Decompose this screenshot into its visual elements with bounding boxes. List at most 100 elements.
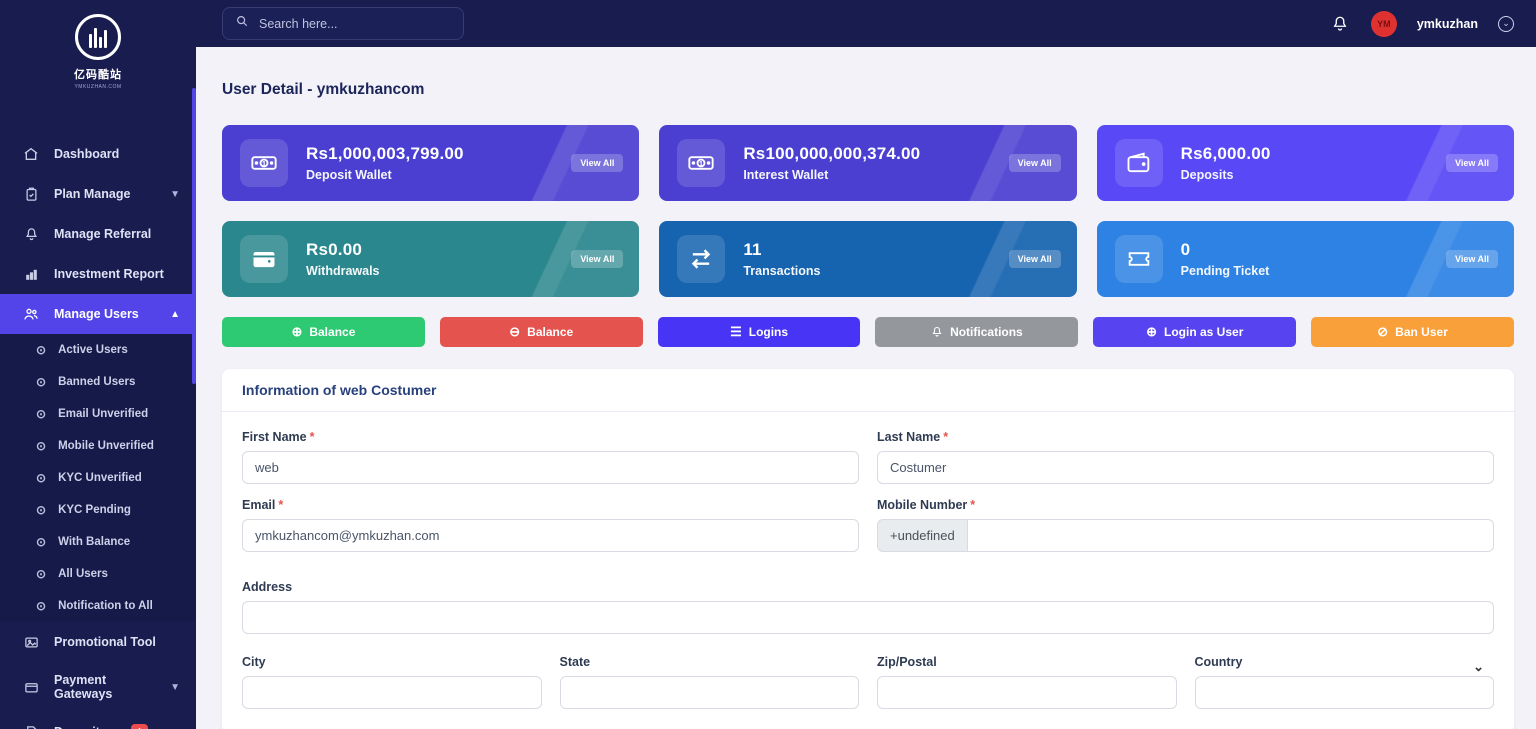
sidebar-item-promotional-tool[interactable]: Promotional Tool — [0, 622, 196, 662]
circle-dot-icon: ⊙ — [36, 567, 46, 581]
brand-logo[interactable]: 亿码酷站 YMKUZHAN.COM — [0, 0, 196, 108]
stat-card-deposits[interactable]: Rs6,000.00 Deposits View All — [1097, 125, 1514, 201]
card-label: Interest Wallet — [743, 168, 920, 182]
money-bill-icon: 1 — [240, 139, 288, 187]
notifications-bell-icon[interactable] — [1329, 13, 1351, 35]
required-asterisk: * — [943, 430, 948, 444]
login-as-user-button[interactable]: ⊕ Login as User — [1093, 317, 1296, 347]
card-value: 0 — [1181, 240, 1270, 260]
document-dollar-icon — [22, 723, 40, 729]
ban-user-button[interactable]: ⊘ Ban User — [1311, 317, 1514, 347]
user-avatar[interactable]: YM — [1371, 11, 1397, 37]
card-text: Rs0.00 Withdrawals — [306, 240, 380, 278]
button-label: Ban User — [1395, 325, 1448, 339]
bar-chart-icon — [22, 265, 40, 283]
stat-card-deposit-wallet[interactable]: 1 Rs1,000,003,799.00 Deposit Wallet View… — [222, 125, 639, 201]
view-all-button[interactable]: View All — [571, 154, 623, 172]
state-label: State — [560, 655, 860, 669]
address-field[interactable] — [242, 601, 1494, 634]
circle-dot-icon: ⊙ — [36, 343, 46, 357]
sidebar-item-label: Deposits — [54, 725, 107, 729]
sidebar-item-kyc-pending[interactable]: ⊙KYC Pending — [0, 494, 196, 526]
sidebar-item-investment-report[interactable]: Investment Report — [0, 254, 196, 294]
action-buttons: ⊕ Balance ⊖ Balance ☰ Logins Notificatio… — [222, 317, 1514, 347]
stat-card-interest-wallet[interactable]: 1 Rs100,000,000,374.00 Interest Wallet V… — [659, 125, 1076, 201]
sidebar-item-manage-users[interactable]: Manage Users ▲ — [0, 294, 196, 334]
stat-card-transactions[interactable]: 11 Transactions View All — [659, 221, 1076, 297]
sidebar-item-with-balance[interactable]: ⊙With Balance — [0, 526, 196, 558]
bell-icon — [931, 326, 943, 338]
sidebar-item-mobile-unverified[interactable]: ⊙Mobile Unverified — [0, 430, 196, 462]
sidebar-nav: Dashboard Plan Manage ▼ Manage Referral — [0, 134, 196, 729]
view-all-button[interactable]: View All — [1446, 154, 1498, 172]
sidebar-item-notification-to-all[interactable]: ⊙Notification to All — [0, 590, 196, 622]
subtract-balance-button[interactable]: ⊖ Balance — [440, 317, 643, 347]
sidebar-item-banned-users[interactable]: ⊙Banned Users — [0, 366, 196, 398]
submenu-label: Notification to All — [58, 600, 153, 612]
customer-info-card: Information of web Costumer First Name* … — [222, 369, 1514, 729]
view-all-button[interactable]: View All — [1009, 154, 1061, 172]
country-select[interactable] — [1195, 676, 1495, 709]
search-input[interactable] — [259, 17, 451, 31]
last-name-group: Last Name* — [877, 430, 1494, 484]
logo-bars — [89, 26, 107, 48]
sidebar-item-manage-referral[interactable]: Manage Referral — [0, 214, 196, 254]
view-all-button[interactable]: View All — [1446, 250, 1498, 268]
sidebar-item-active-users[interactable]: ⊙Active Users — [0, 334, 196, 366]
state-field[interactable] — [560, 676, 860, 709]
state-group: State — [560, 655, 860, 709]
ticket-icon — [1115, 235, 1163, 283]
brand-subtitle: YMKUZHAN.COM — [0, 84, 196, 90]
circle-dot-icon: ⊙ — [36, 471, 46, 485]
circle-dot-icon: ⊙ — [36, 535, 46, 549]
sidebar-item-email-unverified[interactable]: ⊙Email Unverified — [0, 398, 196, 430]
city-field[interactable] — [242, 676, 542, 709]
email-field[interactable] — [242, 519, 859, 552]
zip-field[interactable] — [877, 676, 1177, 709]
required-asterisk: * — [278, 498, 283, 512]
search-box[interactable] — [222, 7, 464, 40]
add-balance-button[interactable]: ⊕ Balance — [222, 317, 425, 347]
view-all-button[interactable]: View All — [1009, 250, 1061, 268]
brand-title: 亿码酷站 — [0, 66, 196, 82]
email-label: Email* — [242, 498, 859, 512]
sidebar-item-payment-gateways[interactable]: Payment Gateways ▼ — [0, 662, 196, 712]
submenu-label: Mobile Unverified — [58, 440, 154, 452]
last-name-field[interactable] — [877, 451, 1494, 484]
submenu-label: KYC Unverified — [58, 472, 142, 484]
brand-logo-icon — [75, 14, 121, 60]
sidebar-item-deposits[interactable]: Deposits ! ▼ — [0, 712, 196, 729]
mobile-label: Mobile Number* — [877, 498, 1494, 512]
user-menu-chevron-icon[interactable]: ⌄ — [1498, 16, 1514, 32]
first-name-label: First Name* — [242, 430, 859, 444]
button-label: Notifications — [950, 325, 1023, 339]
sidebar-item-label: Dashboard — [54, 147, 119, 161]
users-icon — [22, 305, 40, 323]
country-label: Country — [1195, 655, 1495, 669]
mobile-field[interactable] — [967, 519, 1494, 552]
card-label: Transactions — [743, 264, 820, 278]
view-all-button[interactable]: View All — [571, 250, 623, 268]
sidebar-scrollbar[interactable] — [192, 88, 196, 384]
logins-button[interactable]: ☰ Logins — [658, 317, 861, 347]
credit-card-icon — [22, 678, 40, 696]
notifications-button[interactable]: Notifications — [875, 317, 1078, 347]
sidebar-item-dashboard[interactable]: Dashboard — [0, 134, 196, 174]
sidebar-item-label: Payment Gateways — [54, 673, 156, 701]
card-text: Rs1,000,003,799.00 Deposit Wallet — [306, 144, 464, 182]
bell-icon — [22, 225, 40, 243]
main-column: YM ymkuzhan ⌄ User Detail - ymkuzhancom … — [196, 0, 1536, 729]
stat-card-withdrawals[interactable]: Rs0.00 Withdrawals View All — [222, 221, 639, 297]
sidebar-item-plan-manage[interactable]: Plan Manage ▼ — [0, 174, 196, 214]
sidebar-item-all-users[interactable]: ⊙All Users — [0, 558, 196, 590]
address-label: Address — [242, 580, 1494, 594]
sidebar-item-kyc-unverified[interactable]: ⊙ KYC Unverified — [0, 462, 196, 494]
first-name-field[interactable] — [242, 451, 859, 484]
stat-card-pending-ticket[interactable]: 0 Pending Ticket View All — [1097, 221, 1514, 297]
circle-dot-icon: ⊙ — [36, 503, 46, 517]
card-text: Rs6,000.00 Deposits — [1181, 144, 1271, 182]
username-label[interactable]: ymkuzhan — [1417, 17, 1478, 31]
image-icon — [22, 633, 40, 651]
clipboard-icon — [22, 185, 40, 203]
plus-circle-icon: ⊕ — [291, 324, 302, 340]
